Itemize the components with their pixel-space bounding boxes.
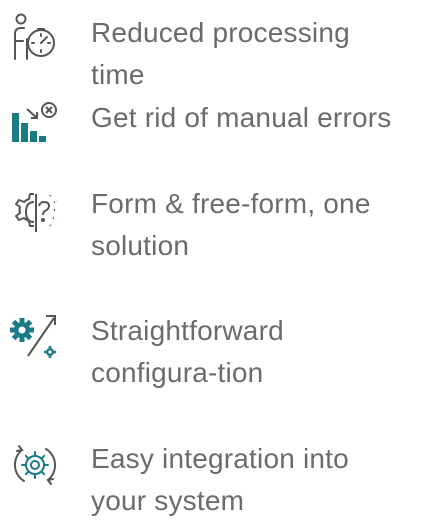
- benefit-label: Reduced processing time: [91, 17, 350, 90]
- benefit-label: Straightforward configura-tion: [91, 315, 284, 388]
- benefit-label: Form & free-form, one solution: [91, 188, 371, 261]
- stopwatch-person-icon: [10, 12, 60, 62]
- gear-cycle-icon: [10, 440, 60, 490]
- gear-arrow-icon: [10, 310, 60, 360]
- benefit-label: Easy integration into your system: [91, 443, 349, 516]
- gear-question-icon: [10, 188, 60, 238]
- benefit-label: Get rid of manual errors: [91, 102, 392, 133]
- bar-chart-error-icon: [10, 95, 60, 145]
